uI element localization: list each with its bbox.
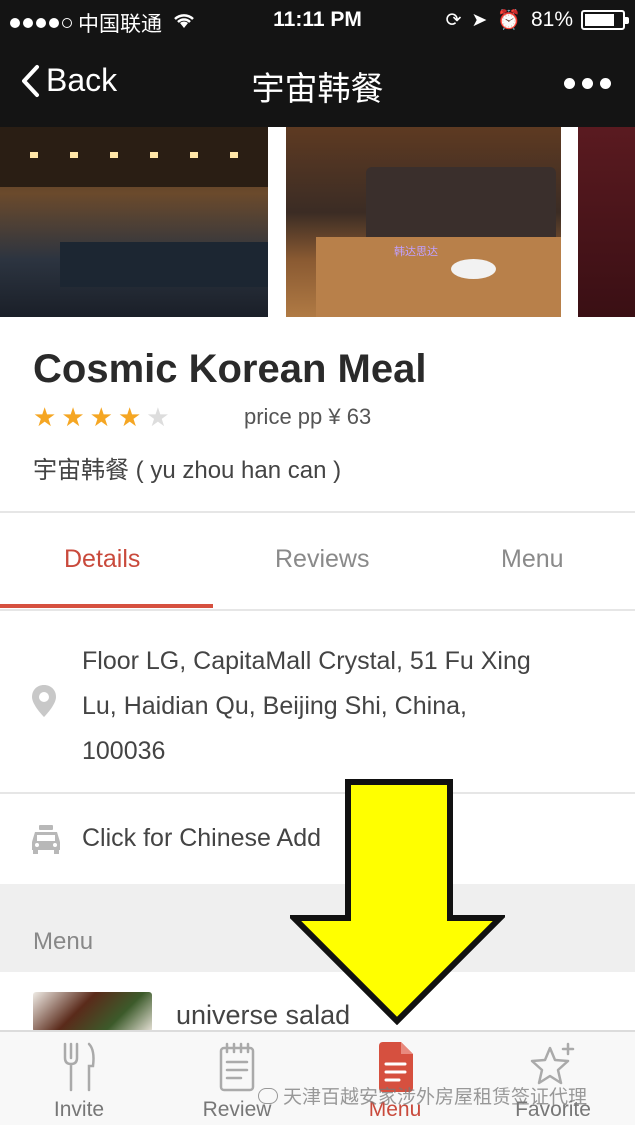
active-tab-indicator [0, 604, 213, 608]
location-icon: ➤ [471, 9, 488, 31]
navigation-bar: Back 宇宙韩餐 [0, 40, 635, 127]
wechat-icon [258, 1087, 278, 1104]
menu-section-label: Menu [33, 928, 94, 955]
map-pin-icon [32, 685, 56, 717]
tab-details[interactable]: Details [64, 545, 140, 574]
tab-menu[interactable]: Menu [501, 545, 564, 574]
star-icon: ★ [33, 402, 57, 432]
top-bar: 中国联通 11:11 PM ⟳ ➤ ⏰ 81% Back 宇宙韩餐 [0, 0, 635, 127]
review-button[interactable]: Review [158, 1032, 316, 1125]
photo-overlay-text: 韩达思达 [394, 246, 438, 258]
address-line-3: 100036 [82, 737, 166, 765]
status-bar: 中国联通 11:11 PM ⟳ ➤ ⏰ 81% [0, 0, 635, 40]
bottom-tab-bar: Invite Review Menu Favorite [0, 1030, 635, 1125]
restaurant-photo[interactable]: 韩达思达 [286, 127, 561, 317]
more-options-button[interactable] [564, 78, 611, 89]
arrow-down-icon [290, 779, 505, 1025]
invite-button[interactable]: Invite [0, 1032, 158, 1125]
battery-icon [581, 10, 629, 30]
battery-percent: 81% [530, 8, 573, 31]
watermark: 天津百越安家涉外房屋租赁签证代理 [258, 1082, 587, 1109]
address-text: Floor LG, CapitaMall Crystal, 51 Fu Xing… [82, 639, 602, 774]
star-icon: ★ [61, 402, 85, 432]
rotation-lock-icon: ⟳ [445, 9, 462, 31]
photo-gallery[interactable]: 韩达思达 [0, 127, 635, 317]
restaurant-photo[interactable] [0, 127, 268, 317]
alarm-icon: ⏰ [497, 10, 521, 31]
address-line-2: Lu, Haidian Qu, Beijing Shi, China, [82, 692, 467, 720]
divider [0, 609, 635, 611]
invite-label: Invite [53, 1098, 105, 1121]
tab-bar: Details Reviews Menu [0, 513, 635, 610]
notepad-icon [219, 1042, 255, 1092]
star-icon: ★ [89, 402, 113, 432]
tab-reviews[interactable]: Reviews [275, 545, 369, 574]
address-row[interactable]: Floor LG, CapitaMall Crystal, 51 Fu Xing… [0, 612, 635, 792]
chinese-address-link: Click for Chinese Add [82, 824, 322, 852]
rating-stars: ★ ★ ★ ★ ★ [33, 404, 170, 430]
price-per-person: price pp ¥ 63 [244, 404, 372, 429]
menu-button[interactable]: Menu [316, 1032, 474, 1125]
star-icon: ★ [117, 402, 142, 432]
dish-photo [33, 992, 152, 1032]
restaurant-info: Cosmic Korean Meal ★ ★ ★ ★ ★ price pp ¥ 63 宇… [0, 317, 635, 512]
restaurant-photo[interactable] [578, 127, 635, 317]
taxi-icon [32, 825, 60, 854]
address-line-1: Floor LG, CapitaMall Crystal, 51 Fu Xing [82, 647, 531, 675]
page-title: 宇宙韩餐 [251, 70, 384, 107]
watermark-text: 天津百越安家涉外房屋租赁签证代理 [283, 1087, 588, 1108]
star-icon: ★ [146, 402, 170, 432]
restaurant-name: Cosmic Korean Meal [33, 347, 427, 391]
fork-knife-icon [63, 1042, 95, 1092]
favorite-button[interactable]: Favorite [474, 1032, 632, 1125]
chinese-name: 宇宙韩餐 ( yu zhou han can ) [33, 457, 342, 484]
